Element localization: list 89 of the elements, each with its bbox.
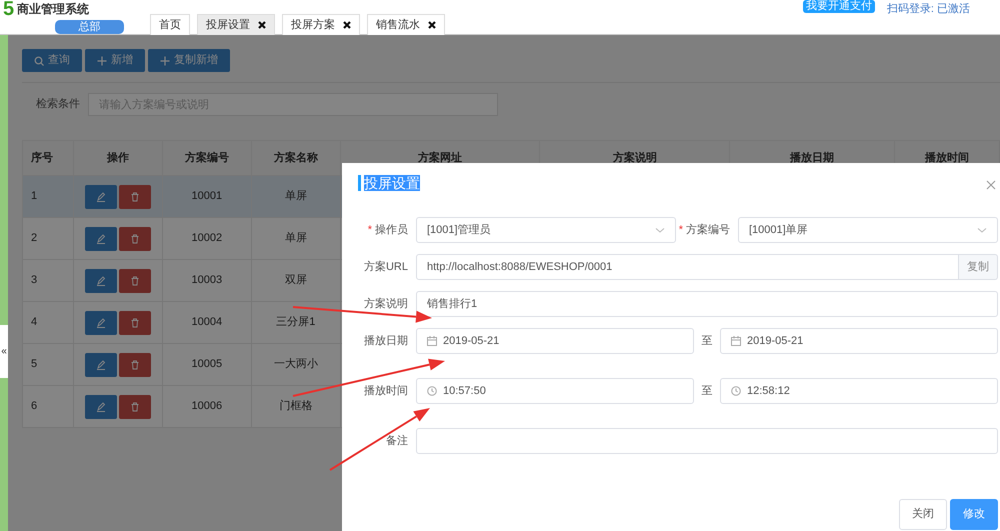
plus-icon xyxy=(97,56,107,66)
search-label: 检索条件 xyxy=(35,96,81,112)
pencil-icon xyxy=(96,318,106,328)
table-cell: 单屏 xyxy=(251,218,340,260)
time-field[interactable]: 10:57:50 xyxy=(416,378,694,404)
table-cell: 门框格 xyxy=(251,386,340,428)
table-cell: 10005 xyxy=(162,344,252,386)
table-cell: 三分屏1 xyxy=(251,302,340,344)
delete-button[interactable] xyxy=(118,268,151,292)
delete-button[interactable] xyxy=(118,184,151,208)
edit-button[interactable] xyxy=(84,268,117,292)
edit-button[interactable] xyxy=(84,226,117,250)
range-separator: 至 xyxy=(700,334,714,349)
table-cell: 10004 xyxy=(162,302,252,344)
field-label: 操作员 xyxy=(375,224,408,236)
column-header: 操作 xyxy=(73,140,162,176)
edit-button[interactable] xyxy=(84,310,117,334)
column-header: 序号 xyxy=(22,140,74,176)
field-label: 方案编号 xyxy=(686,224,730,236)
pencil-icon xyxy=(96,234,106,244)
text-field[interactable]: 销售排行1 xyxy=(416,291,998,317)
caret-icon xyxy=(655,227,665,233)
app-title: 商业管理系统 xyxy=(17,1,90,18)
edit-button[interactable] xyxy=(84,352,117,376)
table-cell: 10002 xyxy=(162,218,252,260)
clock-icon xyxy=(427,386,437,396)
tab[interactable]: 销售流水 xyxy=(367,14,445,35)
table-cell: 10006 xyxy=(162,386,252,428)
table-cell: 一大两小 xyxy=(251,344,340,386)
tab[interactable]: 首页 xyxy=(150,14,190,35)
column-header: 方案编号 xyxy=(162,140,252,176)
delete-button[interactable] xyxy=(118,394,151,418)
table-cell: 双屏 xyxy=(251,260,340,302)
table-cell: 6 xyxy=(22,386,74,428)
close-icon[interactable] xyxy=(428,21,436,29)
table-cell: 10003 xyxy=(162,260,252,302)
clock-icon xyxy=(731,386,741,396)
calendar-icon xyxy=(427,336,437,346)
required-mark: * xyxy=(678,224,683,236)
select-field[interactable]: [1001]管理员 xyxy=(416,217,676,243)
trash-icon xyxy=(130,276,140,286)
pencil-icon xyxy=(96,192,106,202)
tab[interactable]: 投屏设置 xyxy=(197,14,275,35)
table-cell: 5 xyxy=(22,344,74,386)
delete-button[interactable] xyxy=(118,352,151,376)
collapse-toggle[interactable]: « xyxy=(0,325,8,378)
field-label: 方案说明 xyxy=(364,298,408,310)
dialog-title: 投屏设置 xyxy=(364,175,420,191)
select-field[interactable]: [10001]单屏 xyxy=(738,217,998,243)
date-field[interactable]: 2019-05-21 xyxy=(416,328,694,354)
edit-button[interactable] xyxy=(84,184,117,208)
date-field[interactable]: 2019-05-21 xyxy=(720,328,998,354)
table-cell: 单屏 xyxy=(251,176,340,218)
pencil-icon xyxy=(96,402,106,412)
table-cell: 3 xyxy=(22,260,74,302)
login-status: 扫码登录: 已激活 xyxy=(886,2,970,17)
text-field[interactable]: http://localhost:8088/EWESHOP/0001 xyxy=(416,254,959,280)
close-icon[interactable] xyxy=(258,21,266,29)
delete-button[interactable] xyxy=(118,226,151,250)
table-cell: 1 xyxy=(22,176,74,218)
close-button[interactable]: 关闭 xyxy=(899,499,947,530)
search-icon xyxy=(34,56,44,66)
caret-icon xyxy=(977,227,987,233)
field-label: 播放日期 xyxy=(364,334,408,347)
table-cell: 10001 xyxy=(162,176,252,218)
pencil-icon xyxy=(96,276,106,286)
calendar-icon xyxy=(731,336,741,346)
delete-button[interactable] xyxy=(118,310,151,334)
tab[interactable]: 投屏方案 xyxy=(282,14,360,35)
column-header: 方案名称 xyxy=(251,140,340,176)
close-icon[interactable] xyxy=(343,21,351,29)
table-cell: 2 xyxy=(22,218,74,260)
plus-icon xyxy=(160,56,170,66)
edit-button[interactable] xyxy=(84,394,117,418)
trash-icon xyxy=(130,192,140,202)
trash-icon xyxy=(130,234,140,244)
pencil-icon xyxy=(96,360,106,370)
text-field[interactable] xyxy=(416,428,998,454)
required-mark: * xyxy=(368,224,372,236)
field-label: 方案URL xyxy=(364,260,408,273)
field-label: 备注 xyxy=(386,434,408,447)
trash-icon xyxy=(130,402,140,412)
field-label: 播放时间 xyxy=(364,384,408,397)
logo: 5 xyxy=(3,1,14,17)
table-cell: 4 xyxy=(22,302,74,344)
time-field[interactable]: 12:58:12 xyxy=(720,378,998,404)
trash-icon xyxy=(130,360,140,370)
trash-icon xyxy=(130,318,140,328)
range-separator: 至 xyxy=(700,384,714,399)
